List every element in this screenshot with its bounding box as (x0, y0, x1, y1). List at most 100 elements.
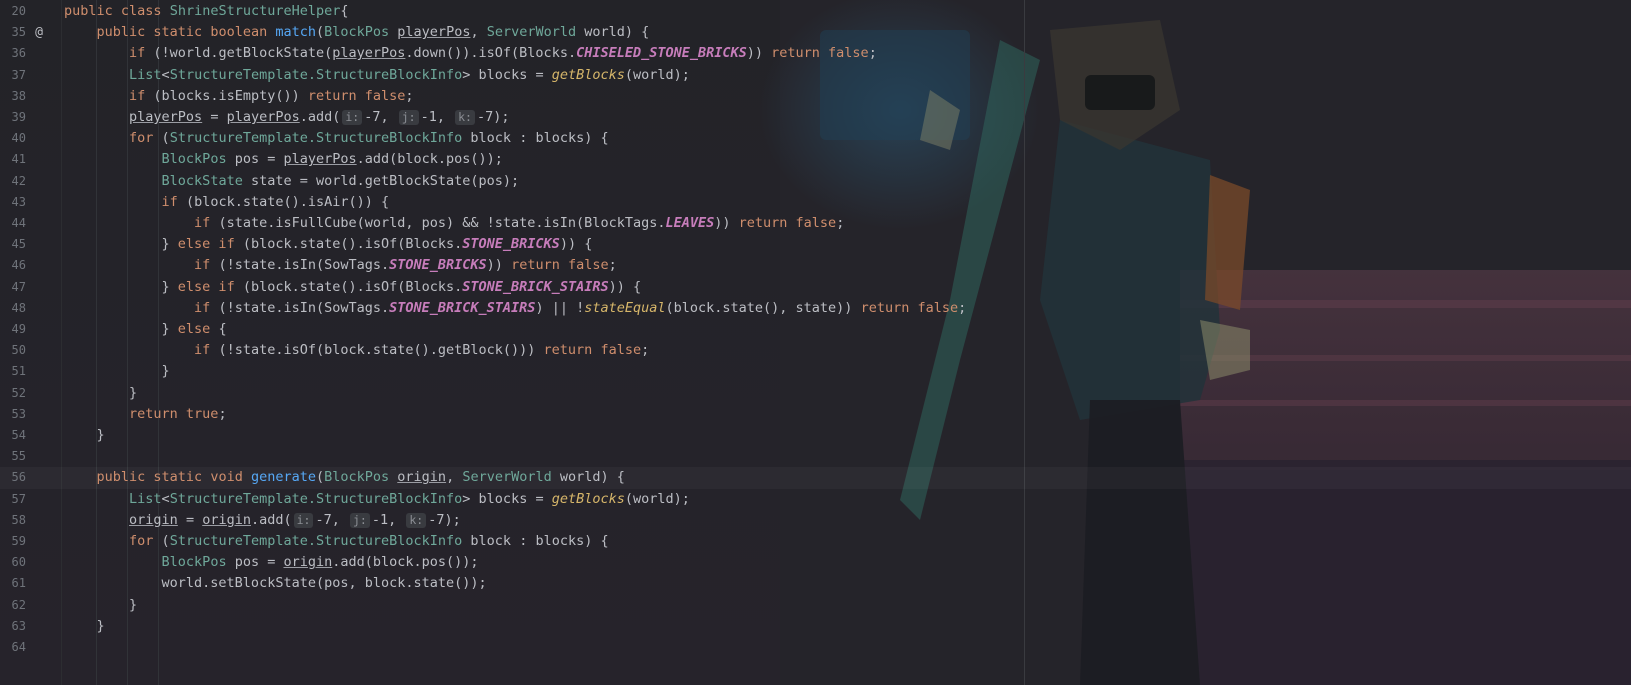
code-line[interactable]: 37 List<StructureTemplate.StructureBlock… (0, 65, 1631, 86)
code-line[interactable]: 44 if (state.isFullCube(world, pos) && !… (0, 213, 1631, 234)
code-token: StructureTemplate.StructureBlockInfo (169, 490, 463, 507)
code-text[interactable]: } (64, 616, 105, 637)
code-token: return true (129, 405, 219, 422)
code-token: origin (202, 511, 251, 528)
code-line[interactable]: 58 origin = origin.add(i: -7, j: -1, k: -7)… (0, 510, 1631, 531)
code-line[interactable]: 50 if (!state.isOf(block.state().getBloc… (0, 340, 1631, 361)
code-line[interactable]: 20 public class ShrineStructureHelper{ (0, 1, 1631, 22)
code-text[interactable]: BlockState state = world.getBlockState(p… (64, 171, 520, 192)
code-line[interactable]: 59 for (StructureTemplate.StructureBlock… (0, 531, 1631, 552)
code-line[interactable]: 41 BlockPos pos = playerPos.add(block.po… (0, 149, 1631, 170)
code-token: BlockPos (324, 24, 398, 41)
code-line[interactable]: 56 public static void generate(BlockPos … (0, 467, 1631, 488)
code-line[interactable]: 45 } else if (block.state().isOf(Blocks.… (0, 234, 1631, 255)
code-token: ; (958, 299, 967, 316)
code-line[interactable]: 51 } (0, 361, 1631, 382)
code-text[interactable]: List<StructureTemplate.StructureBlockInf… (64, 65, 690, 86)
code-line[interactable]: 57 List<StructureTemplate.StructureBlock… (0, 489, 1631, 510)
code-line[interactable]: 54 } (0, 425, 1631, 446)
code-token: playerPos (397, 24, 471, 41)
code-token: .down()).isOf(Blocks. (405, 45, 577, 62)
code-token: static (153, 24, 211, 41)
code-token: boolean (210, 24, 276, 41)
code-text[interactable]: } else { (64, 319, 227, 340)
code-text[interactable]: world.setBlockState(pos, block.state()); (64, 573, 487, 594)
code-line[interactable]: 62 } (0, 595, 1631, 616)
code-line[interactable]: 46 if (!state.isIn(SowTags.STONE_BRICKS)… (0, 255, 1631, 276)
code-text[interactable]: if (!state.isOf(block.state().getBlock()… (64, 340, 649, 361)
code-line[interactable]: 39 playerPos = playerPos.add(i: -7, j: -1,… (0, 107, 1631, 128)
code-line[interactable]: 60 BlockPos pos = origin.add(block.pos()… (0, 552, 1631, 573)
code-token: BlockPos (161, 554, 235, 571)
code-text[interactable]: if (state.isFullCube(world, pos) && !sta… (64, 213, 844, 234)
code-line[interactable]: 53 return true; (0, 404, 1631, 425)
code-token: world) { (559, 469, 625, 486)
code-token: = (202, 109, 227, 125)
line-number: 58 (11, 512, 26, 527)
code-text[interactable]: } (64, 595, 137, 616)
code-token: playerPos (283, 151, 357, 168)
code-line[interactable]: 35 @ public static boolean match(BlockPos… (0, 22, 1631, 43)
code-token: } (64, 617, 105, 634)
code-text[interactable]: } (64, 425, 105, 446)
code-text[interactable]: if (blocks.isEmpty()) return false; (64, 86, 414, 107)
code-token: .add(block.pos()); (332, 554, 479, 571)
code-text[interactable]: for (StructureTemplate.StructureBlockInf… (64, 128, 609, 149)
code-token: } (64, 363, 170, 380)
code-text[interactable]: } else if (block.state().isOf(Blocks.STO… (64, 234, 593, 255)
code-text[interactable]: public static void generate(BlockPos ori… (64, 467, 625, 488)
line-number: 61 (11, 576, 26, 591)
code-text[interactable]: public static boolean match(BlockPos pla… (64, 22, 650, 43)
code-text[interactable]: } else if (block.state().isOf(Blocks.STO… (64, 277, 642, 298)
code-text[interactable]: } (64, 383, 137, 404)
code-text[interactable]: BlockPos pos = playerPos.add(block.pos()… (64, 149, 503, 170)
code-text[interactable]: if (!state.isIn(SowTags.STONE_BRICKS)) r… (64, 255, 617, 276)
code-text[interactable]: playerPos = playerPos.add(i: -7, j: -1, k:… (64, 107, 510, 128)
code-line[interactable]: 55 (0, 446, 1631, 467)
code-text[interactable]: } (64, 361, 170, 382)
code-text[interactable]: if (!state.isIn(SowTags.STONE_BRICK_STAI… (64, 298, 966, 319)
code-token: public (64, 3, 121, 19)
code-line[interactable]: 49 } else { (0, 319, 1631, 340)
code-line[interactable]: 38 if (blocks.isEmpty()) return false; (0, 86, 1631, 107)
code-text[interactable]: BlockPos pos = origin.add(block.pos()); (64, 552, 479, 573)
code-text[interactable]: List<StructureTemplate.StructureBlockInf… (64, 489, 690, 510)
line-number: 38 (11, 88, 26, 103)
code-area[interactable]: 20 public class ShrineStructureHelper{35 @… (0, 0, 1631, 685)
code-line[interactable]: 52 } (0, 383, 1631, 404)
override-marker-icon[interactable]: @ (30, 22, 48, 43)
code-line[interactable]: 61 world.setBlockState(pos, block.state(… (0, 573, 1631, 594)
code-line[interactable]: 40 for (StructureTemplate.StructureBlock… (0, 128, 1631, 149)
code-token: (block.state().isOf(Blocks. (242, 236, 463, 253)
code-line[interactable]: 47 } else if (block.state().isOf(Blocks.… (0, 277, 1631, 298)
code-token: > blocks = (462, 490, 552, 507)
code-token: } (64, 321, 178, 337)
code-line[interactable]: 43 if (block.state().isAir()) { (0, 192, 1631, 213)
code-token: STONE_BRICK_STAIRS (389, 299, 536, 316)
code-text[interactable]: for (StructureTemplate.StructureBlockInf… (64, 531, 609, 552)
code-token: getBlocks (551, 490, 625, 507)
code-token: STONE_BRICK_STAIRS (462, 278, 609, 295)
code-text[interactable]: return true; (64, 404, 227, 425)
code-text[interactable]: if (block.state().isAir()) { (64, 192, 390, 213)
code-token: if (194, 257, 219, 274)
code-line[interactable]: 36 if (!world.getBlockState(playerPos.do… (0, 43, 1631, 64)
code-editor[interactable]: 20 public class ShrineStructureHelper{35 @… (0, 0, 1631, 685)
code-token: world.setBlockState(pos, block.state()); (64, 575, 487, 592)
code-line[interactable]: 64 (0, 637, 1631, 658)
code-token: )) (714, 215, 739, 231)
code-line[interactable]: 48 if (!state.isIn(SowTags.STONE_BRICK_S… (0, 298, 1631, 319)
code-token: ( (161, 533, 170, 549)
code-token: if (129, 45, 154, 62)
code-line[interactable]: 42 BlockState state = world.getBlockStat… (0, 171, 1631, 192)
code-line[interactable]: 63 } (0, 616, 1631, 637)
code-token: STONE_BRICKS (389, 257, 487, 274)
code-token: (block.state().isOf(Blocks. (242, 278, 463, 295)
code-text[interactable]: origin = origin.add(i: -7, j: -1, k: -7); (64, 510, 461, 531)
code-token: StructureTemplate.StructureBlockInfo (169, 533, 471, 549)
code-text[interactable]: public class ShrineStructureHelper{ (64, 1, 349, 22)
code-text[interactable]: if (!world.getBlockState(playerPos.down(… (64, 43, 877, 64)
